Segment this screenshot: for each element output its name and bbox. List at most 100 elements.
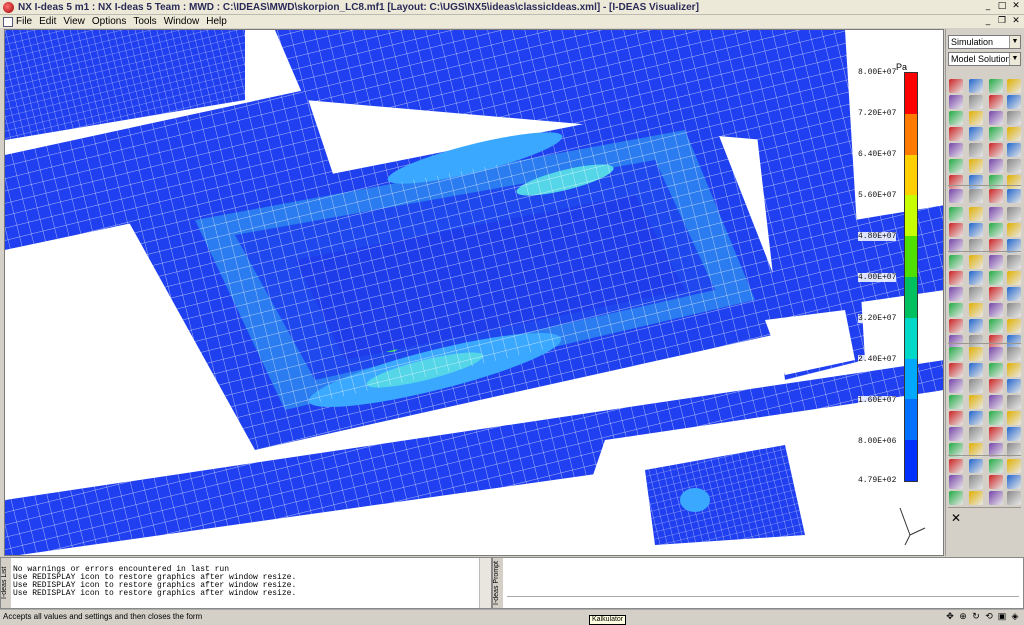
- toolbar-tool-icon[interactable]: [949, 363, 963, 377]
- zoom-icon[interactable]: ⊕: [958, 611, 968, 621]
- list-scrollbar[interactable]: [479, 558, 491, 608]
- toolbar-tool-icon[interactable]: [949, 159, 963, 173]
- toolbar-tool-icon[interactable]: [989, 207, 1003, 221]
- toolbar-tool-icon[interactable]: [949, 95, 963, 109]
- toolbar-tool-icon[interactable]: [989, 111, 1003, 125]
- toolbar-tool-icon[interactable]: [989, 287, 1003, 301]
- toolbar-tool-icon[interactable]: [949, 271, 963, 285]
- menu-view[interactable]: View: [63, 16, 85, 27]
- toolbar-tool-icon[interactable]: [969, 303, 983, 317]
- toolbar-tool-icon[interactable]: [989, 411, 1003, 425]
- toolbar-tool-icon[interactable]: [949, 411, 963, 425]
- toolbar-tool-icon[interactable]: [969, 379, 983, 393]
- toolbar-tool-icon[interactable]: [949, 491, 963, 505]
- toolbar-tool-icon[interactable]: [989, 159, 1003, 173]
- menu-window[interactable]: Window: [164, 16, 200, 27]
- toolbar-tool-icon[interactable]: [949, 303, 963, 317]
- toolbar-tool-icon[interactable]: [1007, 127, 1021, 141]
- toolbar-tool-icon[interactable]: [949, 79, 963, 93]
- redisplay-icon[interactable]: ⟲: [984, 611, 994, 621]
- toolbar-tool-icon[interactable]: [969, 395, 983, 409]
- toolbar-tool-icon[interactable]: [989, 459, 1003, 473]
- toolbar-tool-icon[interactable]: [949, 347, 963, 361]
- toolbar-tool-icon[interactable]: [1007, 395, 1021, 409]
- toolbar-tool-icon[interactable]: [949, 475, 963, 489]
- toolbar-tool-icon[interactable]: [1007, 319, 1021, 333]
- rotate-icon[interactable]: ↻: [971, 611, 981, 621]
- maximize-button[interactable]: □: [996, 1, 1008, 13]
- toolbar-tool-icon[interactable]: [1007, 175, 1021, 189]
- toolbar-tool-icon[interactable]: [1007, 271, 1021, 285]
- toolbar-tool-icon[interactable]: [989, 379, 1003, 393]
- toolbar-tool-icon[interactable]: [949, 189, 963, 203]
- inner-minimize-button[interactable]: _: [982, 16, 994, 28]
- minimize-button[interactable]: _: [982, 1, 994, 13]
- toolbar-tool-icon[interactable]: [1007, 159, 1021, 173]
- toolbar-tool-icon[interactable]: [969, 127, 983, 141]
- toolbar-tool-icon[interactable]: [989, 223, 1003, 237]
- toolbar-tool-icon[interactable]: [1007, 287, 1021, 301]
- toolbar-tool-icon[interactable]: [989, 427, 1003, 441]
- toolbar-tool-icon[interactable]: [1007, 79, 1021, 93]
- toolbar-tool-icon[interactable]: [989, 95, 1003, 109]
- toolbar-tool-icon[interactable]: [1007, 491, 1021, 505]
- toolbar-tool-icon[interactable]: [969, 175, 983, 189]
- toolbar-tool-icon[interactable]: [989, 395, 1003, 409]
- toolbar-tool-icon[interactable]: [949, 427, 963, 441]
- chevron-down-icon[interactable]: ▼: [1009, 36, 1020, 48]
- toolbar-tool-icon[interactable]: [989, 175, 1003, 189]
- toolbar-tool-icon[interactable]: [1007, 459, 1021, 473]
- toolbar-tool-icon[interactable]: [969, 363, 983, 377]
- toolbar-tool-icon[interactable]: [949, 319, 963, 333]
- toolbar-tool-icon[interactable]: [969, 143, 983, 157]
- toolbar-tool-icon[interactable]: [1007, 95, 1021, 109]
- document-icon[interactable]: [3, 16, 13, 27]
- toolbar-tool-icon[interactable]: [949, 287, 963, 301]
- toolbar-tool-icon[interactable]: [949, 207, 963, 221]
- toolbar-tool-icon[interactable]: [1007, 379, 1021, 393]
- toolbar-tool-icon[interactable]: [989, 347, 1003, 361]
- toolbar-tool-icon[interactable]: [989, 143, 1003, 157]
- toolbar-tool-icon[interactable]: [1007, 303, 1021, 317]
- close-button[interactable]: ✕: [1010, 1, 1022, 13]
- toolbar-tool-icon[interactable]: [1007, 223, 1021, 237]
- menu-tools[interactable]: Tools: [133, 16, 156, 27]
- toolbar-tool-icon[interactable]: [969, 491, 983, 505]
- menu-file[interactable]: File: [16, 16, 32, 27]
- toolbar-tool-icon[interactable]: [949, 255, 963, 269]
- graphics-viewport[interactable]: [4, 29, 944, 556]
- toolbar-tool-icon[interactable]: [1007, 427, 1021, 441]
- toolbar-tool-icon[interactable]: [969, 459, 983, 473]
- toolbar-tool-icon[interactable]: [969, 427, 983, 441]
- toolbar-tool-icon[interactable]: [989, 303, 1003, 317]
- toolbar-tool-icon[interactable]: [969, 287, 983, 301]
- toolbar-tool-icon[interactable]: [989, 79, 1003, 93]
- toolbar-tool-icon[interactable]: [969, 255, 983, 269]
- toolbar-tool-icon[interactable]: [989, 491, 1003, 505]
- inner-restore-button[interactable]: ❐: [996, 16, 1008, 28]
- toolbar-tool-icon[interactable]: [969, 95, 983, 109]
- toolbar-tool-icon[interactable]: [1007, 111, 1021, 125]
- menu-options[interactable]: Options: [92, 16, 126, 27]
- menu-help[interactable]: Help: [206, 16, 227, 27]
- toolbar-tool-icon[interactable]: [949, 379, 963, 393]
- subtask-dropdown[interactable]: Model Solution ▼: [948, 52, 1021, 66]
- toolbar-tool-icon[interactable]: [989, 475, 1003, 489]
- toolbar-tool-icon[interactable]: [1007, 411, 1021, 425]
- toolbar-tool-icon[interactable]: [969, 319, 983, 333]
- toolbar-tool-icon[interactable]: [1007, 363, 1021, 377]
- fit-icon[interactable]: ▣: [997, 611, 1007, 621]
- toolbar-tool-icon[interactable]: [949, 223, 963, 237]
- toolbar-tool-icon[interactable]: [949, 127, 963, 141]
- toolbar-tool-icon[interactable]: [949, 395, 963, 409]
- toolbar-tool-icon[interactable]: [989, 319, 1003, 333]
- toolbar-tool-icon[interactable]: [989, 271, 1003, 285]
- toolbar-tool-icon[interactable]: [1007, 189, 1021, 203]
- toolbar-tool-icon[interactable]: [969, 111, 983, 125]
- cancel-icon[interactable]: ✕: [949, 511, 963, 525]
- toolbar-tool-icon[interactable]: [1007, 347, 1021, 361]
- prompt-input[interactable]: [507, 596, 1019, 606]
- chevron-down-icon[interactable]: ▼: [1009, 53, 1020, 65]
- toolbar-tool-icon[interactable]: [989, 189, 1003, 203]
- toolbar-tool-icon[interactable]: [949, 175, 963, 189]
